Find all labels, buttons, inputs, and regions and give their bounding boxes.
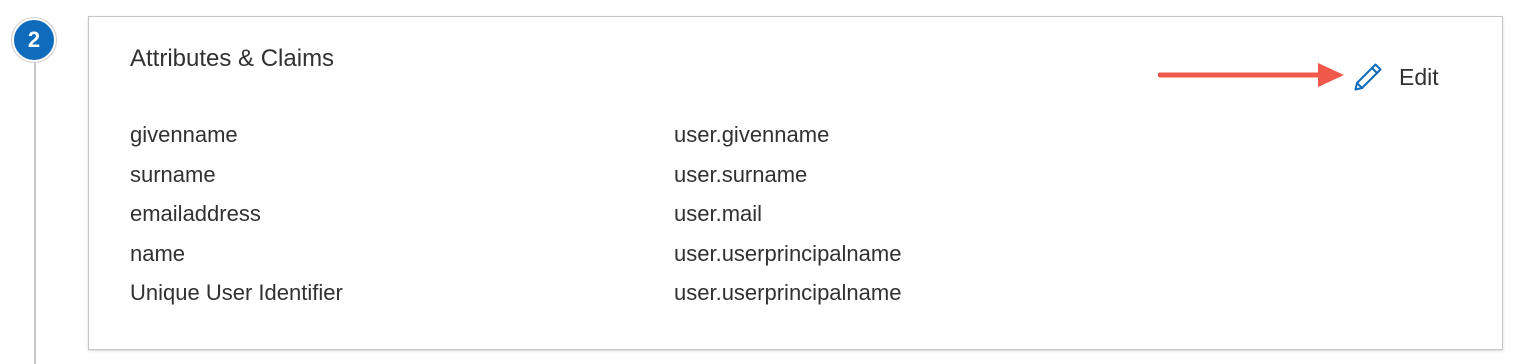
claims-list: givenname user.givenname surname user.su… [130,118,1130,316]
pencil-icon [1351,60,1385,94]
card-title: Attributes & Claims [130,45,335,72]
claim-name: Unique User Identifier [130,280,343,305]
claim-name: givenname [130,122,238,147]
step-timeline-line [34,56,36,364]
claim-value: user.userprincipalname [674,280,902,305]
claim-row: Unique User Identifier user.userprincipa… [130,276,1130,316]
claim-value: user.givenname [674,122,830,147]
claim-value: user.userprincipalname [674,240,902,266]
annotation-arrow [1158,63,1344,87]
claim-row: surname user.surname [130,158,1130,198]
claim-name: name [130,240,186,266]
edit-label: Edit [1399,63,1439,90]
claim-name: surname [130,161,216,187]
claim-row: name user.userprincipalname [130,237,1130,277]
claim-row: emailaddress user.mail [130,197,1130,237]
saml-config-step: 2 Attributes & Claims Edit givenname use… [0,0,1526,364]
claim-row: givenname user.givenname [130,118,1130,158]
claim-value: user.mail [674,201,763,226]
edit-button[interactable]: Edit [1351,57,1439,97]
claim-name: emailaddress [130,201,261,226]
claim-value: user.surname [674,161,808,187]
step-number-badge: 2 [12,18,56,62]
